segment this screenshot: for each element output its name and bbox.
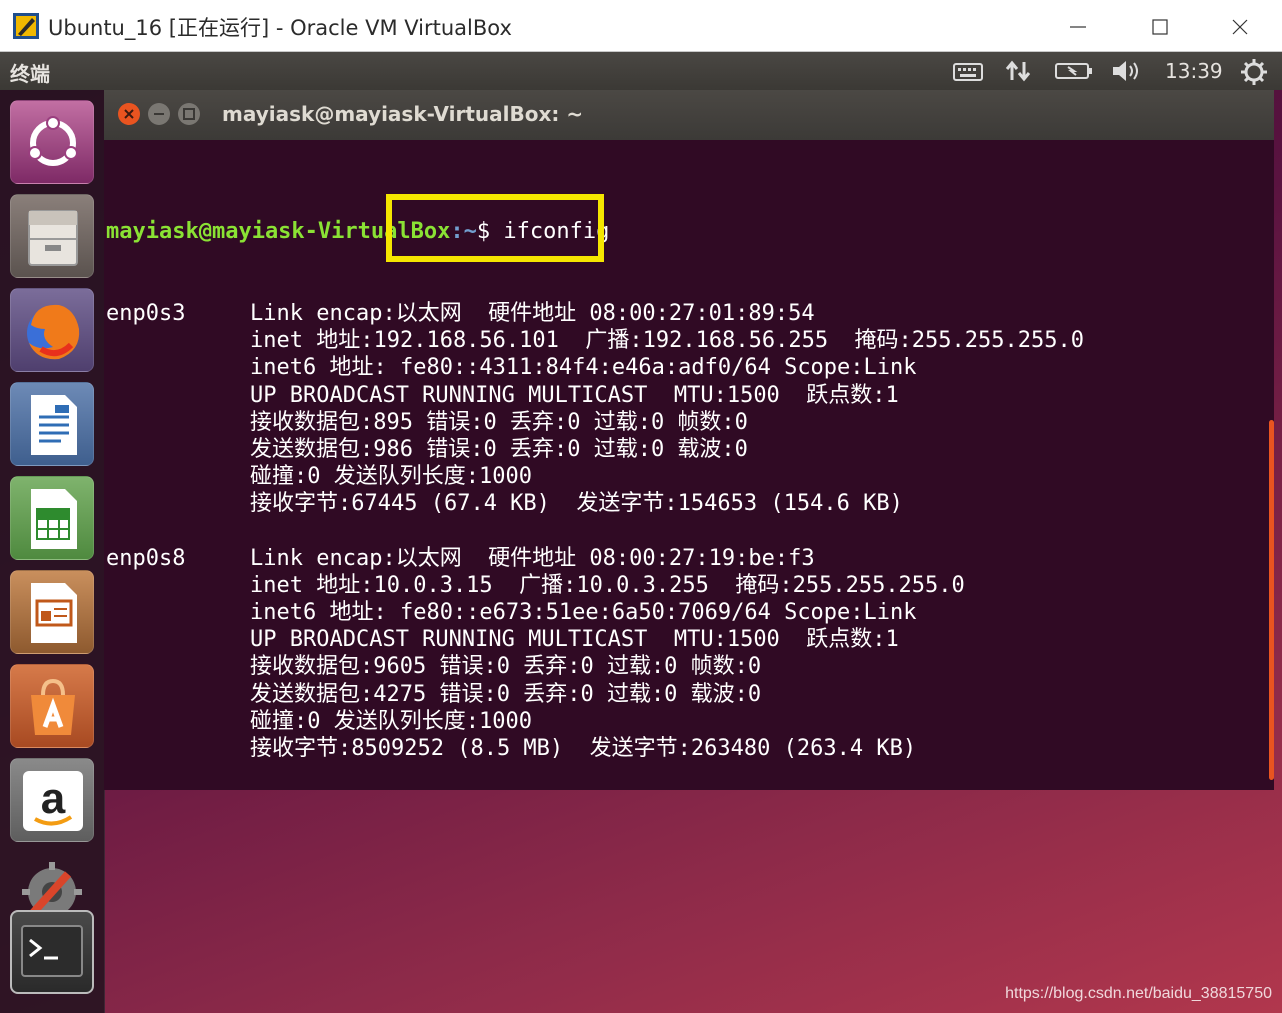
interface-detail: inet 地址:192.168.56.101 广播:192.168.56.255… — [250, 328, 1084, 354]
terminal-close-button[interactable] — [118, 103, 140, 125]
terminal-line: 碰撞:0 发送队列长度:1000 — [106, 708, 609, 735]
files-icon — [28, 210, 78, 266]
interface-detail: 碰撞:0 发送队列长度:1000 — [250, 708, 532, 734]
terminal-line: UP BROADCAST RUNNING MULTICAST MTU:1500 … — [106, 382, 899, 409]
settings-gear-icon[interactable] — [1240, 58, 1268, 86]
launcher-amazon[interactable]: a — [10, 758, 94, 842]
calc-icon — [31, 489, 77, 549]
interface-name: enp0s3 — [106, 301, 186, 326]
interface-detail: UP BROADCAST RUNNING MULTICAST MTU:1500 … — [250, 382, 899, 408]
minimize-button[interactable] — [1058, 8, 1098, 44]
terminal-line: lo Link encap:本地环回 — [106, 789, 609, 790]
terminal-line: 接收字节:8509252 (8.5 MB) 发送字节:263480 (263.4… — [106, 735, 916, 762]
firefox-icon — [27, 304, 80, 360]
terminal-line: enp0s3 Link encap:以太网 硬件地址 08:00:27:01:89… — [106, 300, 815, 327]
ip-highlight-box — [386, 194, 604, 262]
terminal-line: 碰撞:0 发送队列长度:1000 — [106, 463, 609, 490]
maximize-icon — [1152, 19, 1168, 35]
interface-detail: 接收字节:8509252 (8.5 MB) 发送字节:263480 (263.4… — [250, 736, 917, 761]
terminal-title: mayiask@mayiask-VirtualBox: ~ — [222, 102, 584, 126]
volume-icon[interactable] — [1110, 58, 1144, 84]
keyboard-icon[interactable] — [952, 58, 984, 84]
launcher-software-center[interactable] — [10, 664, 94, 748]
amazon-icon: a — [23, 771, 83, 831]
interface-name: lo — [106, 789, 133, 790]
terminal-line: 发送数据包:986 错误:0 丢弃:0 过载:0 载波:0 — [106, 436, 748, 463]
launcher-firefox[interactable] — [10, 288, 94, 372]
launcher-dash[interactable] — [10, 100, 94, 184]
launcher-terminal[interactable] — [10, 910, 94, 994]
interface-detail: inet6 地址: fe80::4311:84f4:e46a:adf0/64 S… — [250, 355, 917, 381]
interface-detail: Link encap:本地环回 — [250, 789, 484, 790]
interface-name: enp0s8 — [106, 545, 186, 571]
active-app-title: 终端 — [10, 62, 50, 86]
terminal-line: 接收数据包:895 错误:0 丢弃:0 过载:0 帧数:0 — [106, 409, 748, 436]
close-icon — [124, 109, 134, 119]
terminal-maximize-button[interactable] — [178, 103, 200, 125]
terminal-window: mayiask@mayiask-VirtualBox: ~ mayiask@ma… — [104, 90, 1274, 790]
launcher-calc[interactable] — [10, 476, 94, 560]
terminal-line: 接收数据包:9605 错误:0 丢弃:0 过载:0 帧数:0 — [106, 653, 761, 680]
terminal-titlebar: mayiask@mayiask-VirtualBox: ~ — [104, 90, 1274, 140]
close-button[interactable] — [1220, 8, 1260, 44]
ubuntu-dash-icon — [28, 116, 78, 166]
software-center-icon — [31, 678, 75, 735]
maximize-button[interactable] — [1140, 8, 1180, 44]
terminal-line: 接收字节:67445 (67.4 KB) 发送字节:154653 (154.6 … — [106, 490, 903, 517]
launcher-impress[interactable] — [10, 570, 94, 654]
interface-detail: inet 地址:10.0.3.15 广播:10.0.3.255 掩码:255.2… — [250, 572, 965, 598]
vbox-window-titlebar: Ubuntu_16 [正在运行] - Oracle VM VirtualBox — [0, 0, 1282, 52]
terminal-line: inet 地址:10.0.3.15 广播:10.0.3.255 掩码:255.2… — [106, 572, 965, 599]
battery-icon[interactable] — [1054, 58, 1094, 84]
window-title: Ubuntu_16 [正在运行] - Oracle VM VirtualBox — [48, 16, 512, 40]
unity-launcher: a — [0, 90, 105, 1013]
panel-clock[interactable]: 13:39 — [1165, 59, 1223, 83]
writer-icon — [31, 395, 77, 455]
terminal-icon — [21, 925, 83, 977]
close-icon — [1232, 19, 1248, 35]
terminal-line: UP BROADCAST RUNNING MULTICAST MTU:1500 … — [106, 626, 899, 653]
virtualbox-icon — [13, 13, 39, 39]
terminal-line: inet 地址:192.168.56.101 广播:192.168.56.255… — [106, 327, 1084, 354]
svg-text:a: a — [41, 774, 66, 823]
launcher-files[interactable] — [10, 194, 94, 278]
interface-detail: 发送数据包:4275 错误:0 丢弃:0 过载:0 载波:0 — [250, 681, 762, 707]
network-arrows-icon[interactable] — [1004, 58, 1032, 84]
interface-detail: 碰撞:0 发送队列长度:1000 — [250, 464, 532, 490]
terminal-line: inet6 地址: fe80::4311:84f4:e46a:adf0/64 S… — [106, 354, 917, 381]
interface-detail: Link encap:以太网 硬件地址 08:00:27:19:be:f3 — [250, 545, 815, 571]
terminal-line: inet6 地址: fe80::e673:51ee:6a50:7069/64 S… — [106, 599, 917, 626]
interface-detail: Link encap:以太网 硬件地址 08:00:27:01:89:54 — [250, 301, 815, 326]
interface-detail: UP BROADCAST RUNNING MULTICAST MTU:1500 … — [250, 627, 899, 653]
impress-icon — [31, 583, 77, 643]
ubuntu-top-panel: 终端 13:39 — [0, 52, 1282, 90]
terminal-line: enp0s8 Link encap:以太网 硬件地址 08:00:27:19:be… — [106, 545, 815, 572]
terminal-scrollbar[interactable] — [1269, 420, 1274, 780]
minimize-icon — [154, 113, 164, 115]
watermark: https://blog.csdn.net/baidu_38815750 — [1005, 985, 1272, 1002]
interface-detail: 接收字节:67445 (67.4 KB) 发送字节:154653 (154.6 … — [250, 491, 903, 517]
terminal-minimize-button[interactable] — [148, 103, 170, 125]
launcher-writer[interactable] — [10, 382, 94, 466]
interface-detail: 发送数据包:986 错误:0 丢弃:0 过载:0 载波:0 — [250, 436, 748, 462]
interface-detail: 接收数据包:895 错误:0 丢弃:0 过载:0 帧数:0 — [250, 409, 748, 435]
minimize-icon — [1070, 26, 1086, 28]
interface-detail: 接收数据包:9605 错误:0 丢弃:0 过载:0 帧数:0 — [250, 654, 762, 680]
terminal-line: 发送数据包:4275 错误:0 丢弃:0 过载:0 载波:0 — [106, 681, 761, 708]
maximize-icon — [183, 108, 195, 120]
interface-detail: inet6 地址: fe80::e673:51ee:6a50:7069/64 S… — [250, 600, 917, 626]
